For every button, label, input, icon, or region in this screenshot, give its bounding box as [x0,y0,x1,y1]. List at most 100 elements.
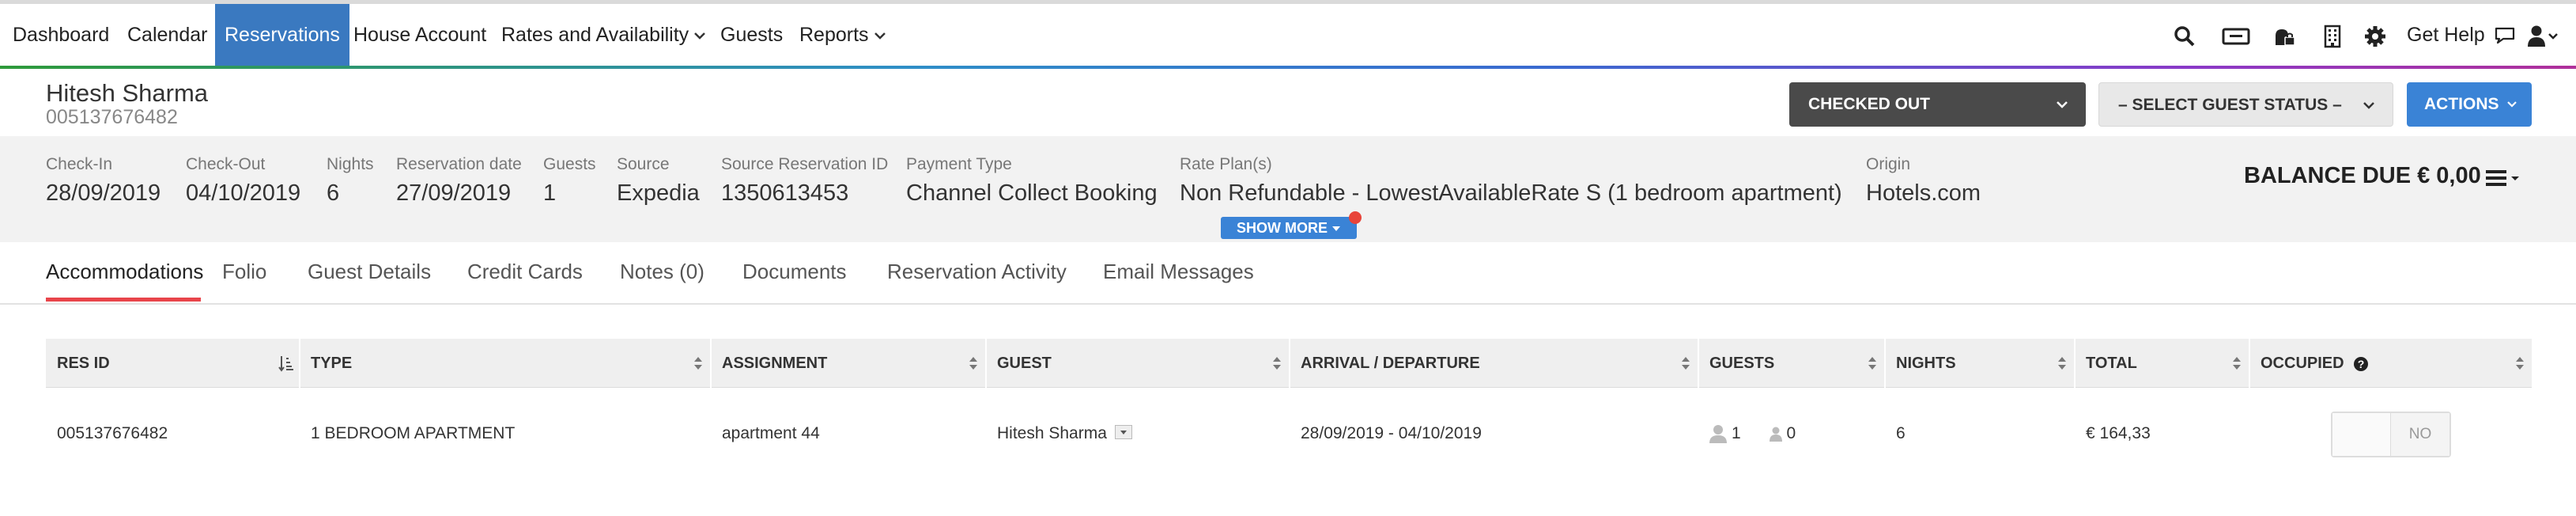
nav-guests[interactable]: Guests [720,4,783,66]
top-navigation: Dashboard Calendar Reservations House Ac… [0,4,2576,66]
rate-plan-label: Rate Plan(s) [1180,155,1272,173]
svg-text:?: ? [2358,358,2365,370]
sort-ascending-icon[interactable] [278,355,294,372]
chevron-down-icon [2057,101,2068,108]
sort-icon[interactable] [1680,355,1691,372]
cell-children: 0 [1786,424,1796,442]
checkout-field: Check-Out 04/10/2019 [186,155,300,207]
column-res-id[interactable]: RES ID [57,339,110,388]
nav-house-account[interactable]: House Account [353,4,486,66]
nav-reservations[interactable]: Reservations [215,4,349,66]
sort-icon[interactable] [693,355,704,372]
column-assignment[interactable]: ASSIGNMENT [722,339,827,388]
cell-type: 1 BEDROOM APARTMENT [311,424,516,442]
origin-value: Hotels.com [1866,180,1981,206]
nav-calendar[interactable]: Calendar [127,4,207,66]
sort-icon[interactable] [2514,355,2525,372]
tab-guest-details[interactable]: Guest Details [308,260,431,284]
cell-nights: 6 [1896,424,1906,442]
cell-guest[interactable]: Hitesh Sharma [997,424,1132,443]
reservation-status-select[interactable]: CHECKED OUT [1789,82,2086,127]
nights-value: 6 [327,180,340,206]
occupied-toggle[interactable]: NO [2331,412,2451,457]
origin-field: Origin Hotels.com [1866,155,1981,207]
column-guest[interactable]: GUEST [997,339,1052,388]
guest-status-label: – SELECT GUEST STATUS – [2118,96,2342,114]
tab-reservation-activity[interactable]: Reservation Activity [887,260,1067,284]
column-nights[interactable]: NIGHTS [1896,339,1956,388]
hamburger-menu-icon[interactable] [2484,166,2521,190]
nav-rates-availability[interactable]: Rates and Availability [501,4,706,66]
nights-label: Nights [327,155,374,173]
tab-folio[interactable]: Folio [222,260,266,284]
notification-dot [1349,211,1362,224]
caret-down-icon [1120,431,1127,435]
source-reservation-id-value: 1350613453 [721,180,849,206]
caret-down-icon [1332,226,1340,232]
cell-res-id[interactable]: 005137676482 [57,424,168,443]
cell-guest-name[interactable]: Hitesh Sharma [997,424,1107,442]
show-more-button[interactable]: SHOW MORE [1221,217,1357,239]
tab-documents[interactable]: Documents [742,260,847,284]
gear-icon[interactable] [2363,25,2387,48]
column-arrival-departure[interactable]: ARRIVAL / DEPARTURE [1301,339,1480,388]
get-help-link[interactable]: Get Help [2407,4,2516,66]
checkout-value: 04/10/2019 [186,180,301,206]
nav-reports[interactable]: Reports [799,4,886,66]
show-more-label: SHOW MORE [1236,220,1328,236]
column-separator [1884,339,1886,388]
source-field: Source Expedia [617,155,700,207]
sort-icon[interactable] [968,355,979,372]
adult-icon [1709,425,1727,444]
column-separator [299,339,300,388]
balance-due: BALANCE DUE € 0,00 [2244,163,2481,188]
tab-email-messages[interactable]: Email Messages [1103,260,1254,284]
tab-accommodations[interactable]: Accommodations [46,260,203,284]
nights-field: Nights 6 [327,155,374,207]
help-icon[interactable]: ? [2353,356,2369,372]
sort-icon[interactable] [2057,355,2068,372]
chat-icon [2495,28,2514,44]
toggle-knob [2332,413,2391,456]
checkout-label: Check-Out [186,155,266,173]
cell-total: € 164,33 [2086,424,2151,442]
sort-icon[interactable] [1867,355,1878,372]
guest-dropdown-toggle[interactable] [1114,425,1132,440]
column-separator [2074,339,2076,388]
guest-status-select[interactable]: – SELECT GUEST STATUS – [2098,82,2393,127]
sort-icon[interactable] [1271,355,1282,372]
checkin-label: Check-In [46,155,113,173]
actions-button[interactable]: ACTIONS [2407,82,2532,127]
guest-name: Hitesh Sharma [46,79,209,107]
search-icon[interactable] [2173,25,2196,48]
chevron-down-icon [694,32,706,40]
cell-assignment[interactable]: apartment 44 [722,424,820,443]
nav-dashboard[interactable]: Dashboard [13,4,109,66]
active-tab-indicator [46,298,201,302]
column-separator [1289,339,1290,388]
sort-icon[interactable] [2231,355,2242,372]
cell-adults: 1 [1732,424,1741,442]
child-icon [1769,427,1782,442]
chevron-down-icon [874,32,886,40]
tab-credit-cards[interactable]: Credit Cards [467,260,583,284]
rate-plan-field: Rate Plan(s) Non Refundable - LowestAvai… [1180,155,1842,207]
source-value: Expedia [617,180,700,206]
column-guests[interactable]: GUESTS [1709,339,1774,388]
source-label: Source [617,155,670,173]
column-occupied[interactable]: OCCUPIED ? [2261,339,2369,388]
tabs-divider [0,303,2576,305]
card-icon[interactable] [2222,25,2250,48]
column-total[interactable]: TOTAL [2086,339,2137,388]
tab-notes[interactable]: Notes (0) [620,260,704,284]
payment-type-field: Payment Type Channel Collect Booking [906,155,1158,207]
reservation-date-label: Reservation date [396,155,522,173]
column-separator [2249,339,2250,388]
user-icon[interactable] [2527,25,2559,48]
chevron-down-icon [2363,102,2374,109]
bell-lock-icon[interactable] [2272,25,2296,48]
building-icon[interactable] [2321,25,2344,48]
column-type[interactable]: TYPE [311,339,352,388]
source-reservation-id-field: Source Reservation ID 1350613453 [721,155,888,207]
column-separator [710,339,712,388]
